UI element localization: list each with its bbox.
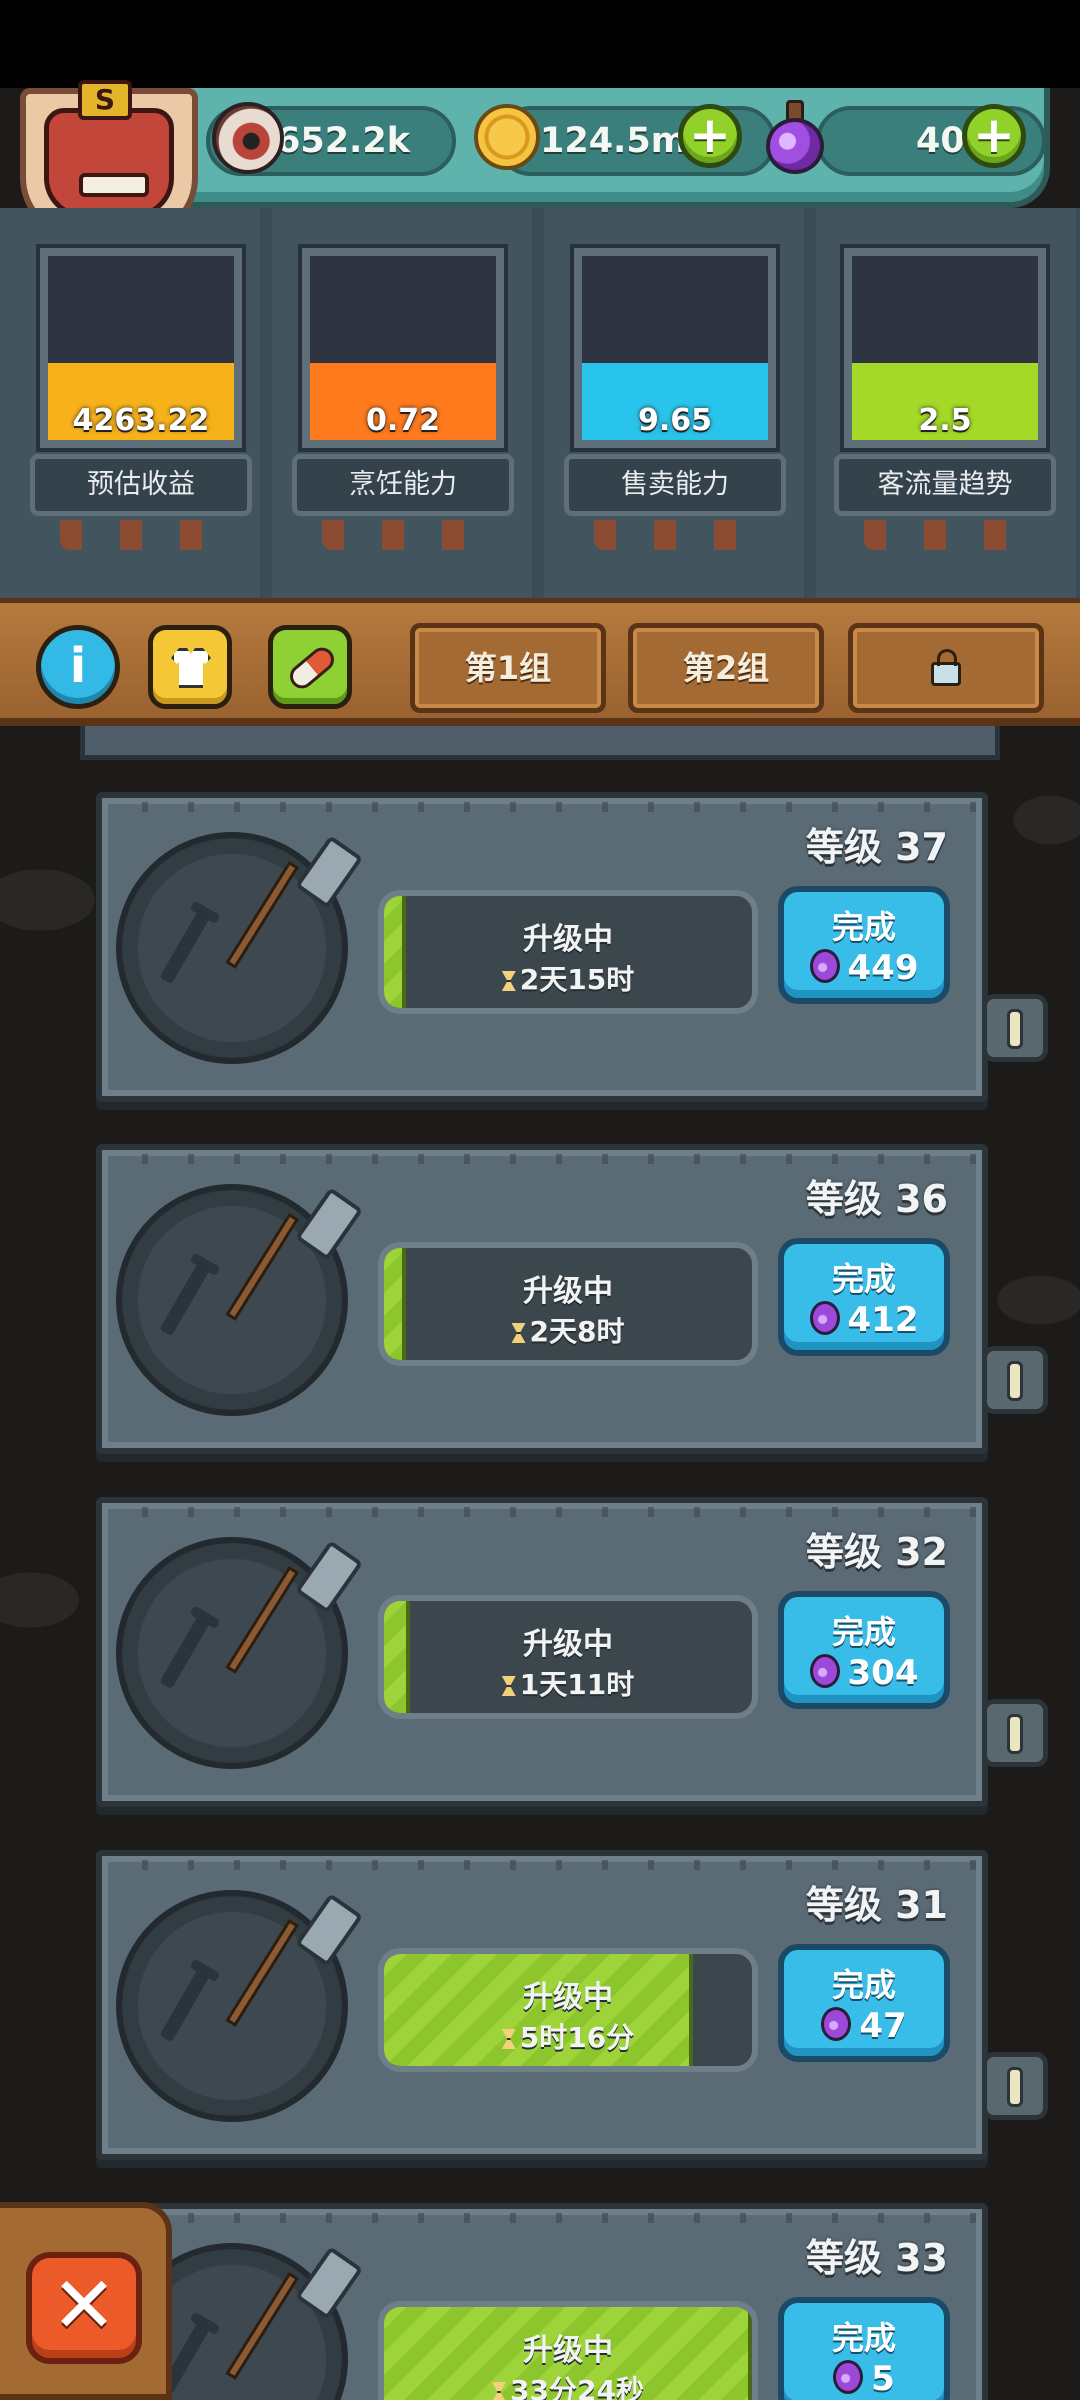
- tab-group-1[interactable]: 第1组: [410, 623, 606, 713]
- meter-cooking: 0.72 烹饪能力: [292, 248, 514, 550]
- time-remaining: 5时16分: [519, 2021, 635, 2054]
- progress-bar: 升级中 1天11时: [378, 1595, 758, 1719]
- meter-value: 4263.22: [72, 403, 210, 438]
- potion-icon: [809, 1301, 840, 1335]
- complete-button[interactable]: 完成 449: [778, 886, 950, 1004]
- complete-cost: 412: [847, 1300, 919, 1340]
- progress-bar: 升级中 2天15时: [378, 890, 758, 1014]
- potion-icon: [821, 2007, 852, 2041]
- coin-icon: [474, 104, 540, 170]
- status-label: 升级中: [523, 1980, 613, 2015]
- card-info-button[interactable]: [982, 2052, 1048, 2120]
- stats-meters: 4263.22 预估收益 0.72 烹饪能力 9.65 售卖能力 2.5 客流量…: [0, 208, 1080, 598]
- sushi-icon: [285, 642, 339, 694]
- time-remaining: 2天8时: [529, 1315, 625, 1348]
- meter-label: 预估收益: [30, 454, 252, 516]
- meter-label: 客流量趋势: [834, 454, 1056, 516]
- complete-label: 完成: [831, 1613, 896, 1651]
- card-info-button[interactable]: [982, 1346, 1048, 1414]
- level-label: 等级 33: [805, 2236, 948, 2280]
- outfit-button[interactable]: [148, 625, 232, 709]
- hourglass-icon: [501, 971, 516, 991]
- tab-locked[interactable]: [848, 623, 1044, 713]
- upgrade-card: 等级 33 升级中 33分24秒 完成 5: [96, 2203, 988, 2400]
- potion-icon: [762, 100, 828, 176]
- lock-icon: [931, 649, 961, 686]
- meter-traffic: 2.5 客流量趋势: [834, 248, 1056, 550]
- status-label: 升级中: [523, 1627, 613, 1662]
- meter-selling: 9.65 售卖能力: [564, 248, 786, 550]
- screen: 652.2k 124.5m 40 + + S 4263.22 预估收益 0.72…: [0, 0, 1080, 2400]
- complete-label: 完成: [831, 908, 896, 946]
- level-label: 等级 37: [805, 825, 948, 869]
- card-info-button[interactable]: [982, 1699, 1048, 1767]
- complete-cost: 5: [871, 2359, 895, 2399]
- progress-bar: 升级中 33分24秒: [378, 2301, 758, 2400]
- shirt-icon: [171, 648, 211, 688]
- hourglass-icon: [501, 1676, 516, 1696]
- complete-button[interactable]: 完成 47: [778, 1944, 950, 2062]
- progress-bar: 升级中 2天8时: [378, 1242, 758, 1366]
- eyes-value: 652.2k: [276, 121, 410, 161]
- tab-group-2[interactable]: 第2组: [628, 623, 824, 713]
- complete-label: 完成: [831, 1966, 896, 2004]
- toolbar: i 第1组 第2组: [0, 598, 1080, 726]
- upgrade-card: 等级 32 升级中 1天11时 完成 304: [96, 1497, 1048, 1807]
- status-label: 升级中: [523, 2333, 613, 2368]
- hourglass-icon: [492, 2382, 507, 2400]
- status-bar: [0, 0, 1080, 88]
- upgrade-card: 等级 31 升级中 5时16分 完成 47: [96, 1850, 1048, 2160]
- meter-value: 0.72: [365, 403, 441, 438]
- meter-estimated-income: 4263.22 预估收益: [30, 248, 252, 550]
- coins-value: 124.5m: [540, 121, 688, 161]
- food-button[interactable]: [268, 625, 352, 709]
- info-button[interactable]: i: [36, 625, 120, 709]
- eyeball-icon: [212, 102, 284, 174]
- upgrade-card: 等级 37 升级中 2天15时 完成 449: [96, 792, 1048, 1102]
- status-label: 升级中: [523, 1274, 613, 1309]
- time-remaining: 33分24秒: [510, 2374, 644, 2400]
- complete-label: 完成: [831, 1260, 896, 1298]
- avatar-badge: S: [78, 80, 132, 120]
- progress-bar: 升级中 5时16分: [378, 1948, 758, 2072]
- complete-cost: 449: [847, 948, 919, 988]
- complete-cost: 304: [847, 1653, 919, 1693]
- meter-value: 9.65: [637, 403, 713, 438]
- hourglass-icon: [501, 2029, 516, 2049]
- add-potions-button[interactable]: +: [962, 104, 1026, 168]
- upgrade-card: 等级 36 升级中 2天8时 完成 412: [96, 1144, 1048, 1454]
- complete-button[interactable]: 完成 412: [778, 1238, 950, 1356]
- close-panel: ✕: [0, 2202, 172, 2400]
- time-remaining: 1天11时: [519, 1668, 635, 1701]
- status-label: 升级中: [523, 922, 613, 957]
- potions-value: 40: [916, 121, 965, 161]
- monster-face-icon: [44, 108, 174, 218]
- complete-label: 完成: [831, 2319, 896, 2357]
- complete-button[interactable]: 完成 5: [778, 2297, 950, 2400]
- meter-label: 售卖能力: [564, 454, 786, 516]
- potion-icon: [833, 2360, 864, 2394]
- level-label: 等级 31: [805, 1883, 948, 1927]
- potion-icon: [809, 949, 840, 983]
- add-coins-button[interactable]: +: [678, 104, 742, 168]
- time-remaining: 2天15时: [519, 963, 635, 996]
- complete-cost: 47: [859, 2006, 907, 2046]
- close-button[interactable]: ✕: [26, 2252, 142, 2364]
- card-peek: [80, 726, 1000, 760]
- hourglass-icon: [511, 1323, 526, 1343]
- meter-value: 2.5: [918, 403, 972, 438]
- meter-label: 烹饪能力: [292, 454, 514, 516]
- level-label: 等级 36: [805, 1177, 948, 1221]
- card-info-button[interactable]: [982, 994, 1048, 1062]
- level-label: 等级 32: [805, 1530, 948, 1574]
- complete-button[interactable]: 完成 304: [778, 1591, 950, 1709]
- potion-icon: [809, 1654, 840, 1688]
